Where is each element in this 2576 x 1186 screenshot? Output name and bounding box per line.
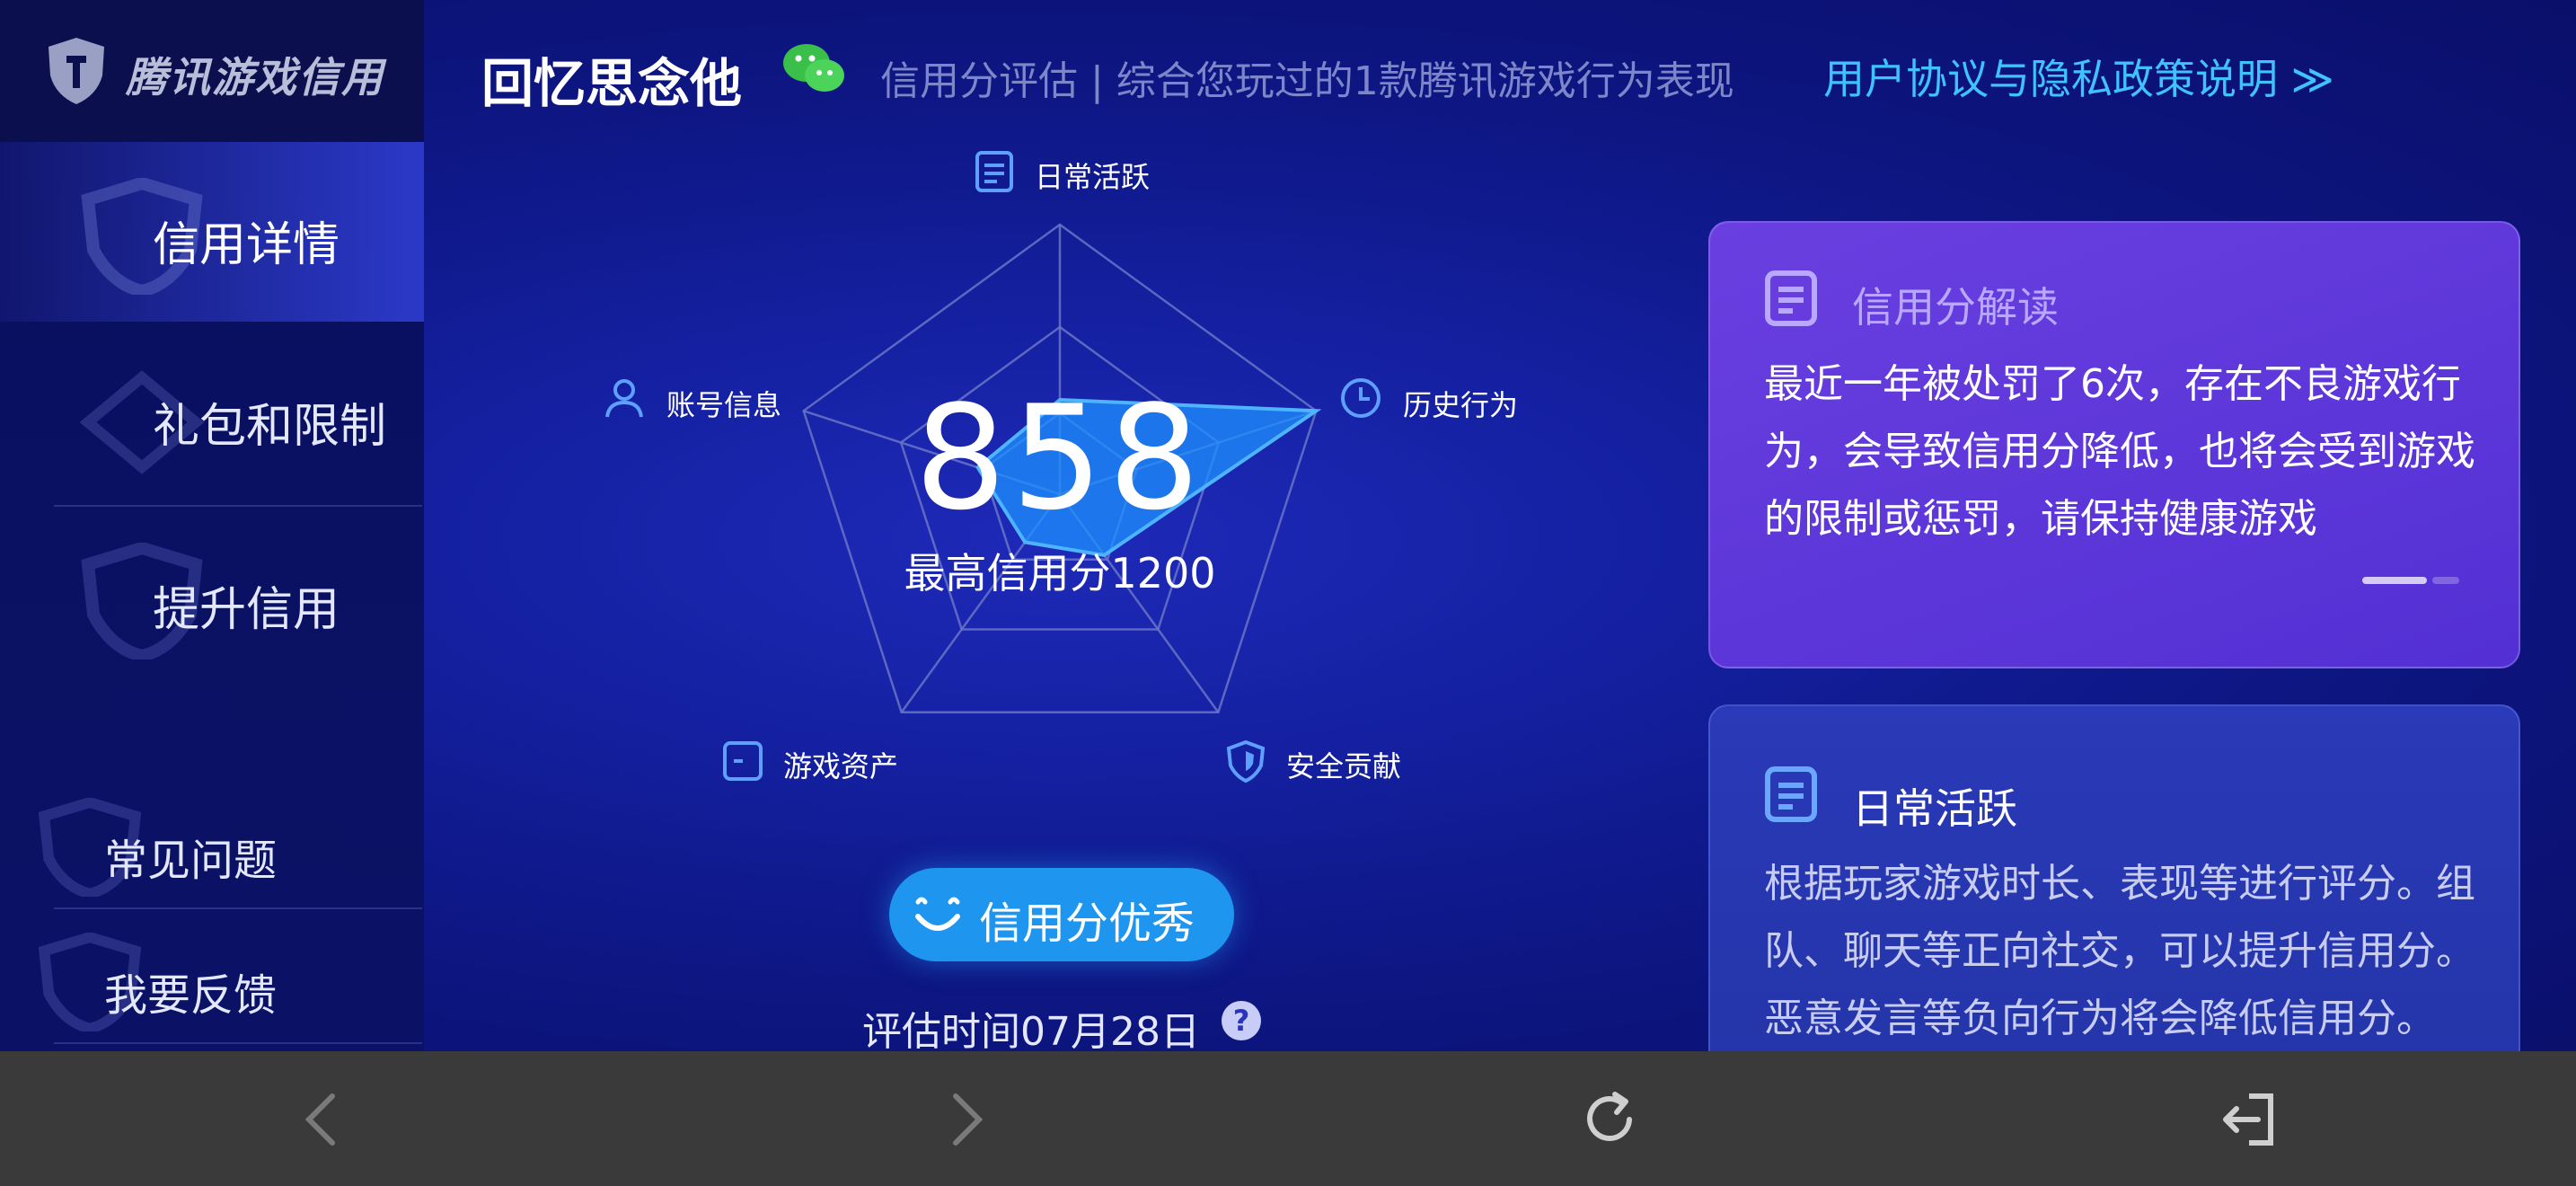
header-subtitle: 信用分评估 | 综合您玩过的1款腾讯游戏行为表现 (880, 58, 1734, 104)
clock-icon (1341, 378, 1381, 418)
wechat-icon (783, 44, 844, 92)
tencent-shield-logo-icon (49, 38, 104, 104)
radar-axis-label: 日常活跃 (1035, 160, 1151, 194)
sidebar: 腾讯游戏信用 信用详情 礼包和限制 提升信用 常见问题 我要反馈 (0, 0, 424, 1051)
exit-icon[interactable] (2213, 1084, 2285, 1155)
card-title: 信用分解读 (1852, 283, 2059, 332)
sidebar-item-label: 信用详情 (153, 218, 340, 272)
card-body: 最近一年被处罚了6次，存在不良游戏行为，会导致信用分降低，也将会受到游戏的限制或… (1764, 361, 2475, 542)
card-body: 根据玩家游戏时长、表现等进行评分。组队、聊天等正向社交，可以提升信用分。恶意发言… (1764, 861, 2475, 1041)
badge-label: 信用分优秀 (979, 898, 1195, 949)
sidebar-item-improve-credit[interactable]: 提升信用 (0, 507, 424, 686)
credit-level-badge[interactable]: 信用分优秀 (889, 868, 1234, 961)
document-icon (1765, 766, 1817, 822)
refresh-icon[interactable] (1574, 1084, 1645, 1155)
page-title: 回忆思念他 (481, 53, 743, 114)
radar-axis-label: 游戏资产 (783, 749, 899, 783)
divider (54, 907, 422, 909)
shield-icon (1226, 739, 1266, 783)
browser-toolbar (0, 1051, 2576, 1186)
brand-bar: 腾讯游戏信用 (0, 0, 424, 142)
daily-activity-card: 日常活跃 根据玩家游戏时长、表现等进行评分。组队、聊天等正向社交，可以提升信用分… (1708, 704, 2520, 1051)
sidebar-item-faq[interactable]: 常见问题 (0, 780, 424, 915)
scroll-indicator-track (2432, 577, 2459, 584)
policy-link[interactable]: 用户协议与隐私政策说明 ≫ (1823, 47, 2334, 106)
score-interpretation-card: 信用分解读 最近一年被处罚了6次，存在不良游戏行为，会导致信用分降低，也将会受到… (1708, 221, 2520, 668)
smile-icon (915, 897, 960, 931)
document-icon (975, 151, 1013, 192)
sidebar-item-label: 礼包和限制 (153, 400, 387, 454)
scroll-indicator (2362, 577, 2427, 584)
wallet-icon (723, 741, 763, 781)
back-arrow-icon[interactable] (287, 1084, 359, 1155)
sidebar-item-label: 我要反馈 (104, 970, 278, 1021)
app-screen: 腾讯游戏信用 信用详情 礼包和限制 提升信用 常见问题 我要反馈 回忆思念他 信… (0, 0, 2576, 1051)
radar-axis-label: 账号信息 (666, 388, 782, 422)
sidebar-item-label: 常见问题 (104, 836, 278, 886)
radar-axis-label: 安全贡献 (1286, 749, 1402, 783)
user-icon (605, 379, 643, 418)
evaluation-time: 评估时间07月28日 (862, 1009, 1200, 1051)
brand-name: 腾讯游戏信用 (126, 53, 384, 102)
radar-axis-label: 历史行为 (1403, 388, 1519, 422)
card-title: 日常活跃 (1852, 784, 2017, 833)
divider (54, 1042, 422, 1044)
document-icon (1765, 270, 1817, 326)
help-icon[interactable]: ? (1222, 1001, 1261, 1040)
max-score-label: 最高信用分1200 (904, 549, 1216, 597)
forward-arrow-icon[interactable] (929, 1084, 1001, 1155)
credit-score: 858 (914, 374, 1205, 542)
sidebar-item-label: 提升信用 (153, 583, 340, 637)
sidebar-item-feedback[interactable]: 我要反馈 (0, 915, 424, 1049)
sidebar-item-credit-details[interactable]: 信用详情 (0, 142, 424, 322)
sidebar-item-gifts-limits[interactable]: 礼包和限制 (0, 323, 424, 503)
